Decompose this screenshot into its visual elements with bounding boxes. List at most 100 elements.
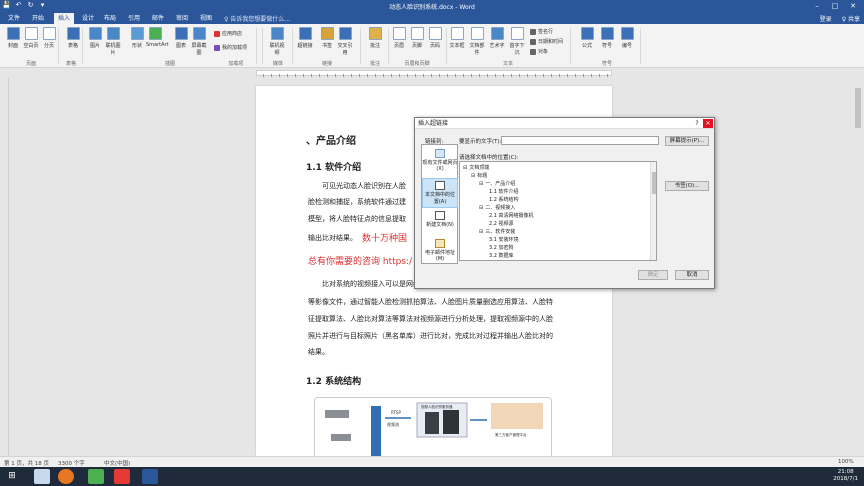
numbering-button[interactable]: 编号 — [618, 27, 636, 49]
symbol-button[interactable]: 符号 — [598, 27, 616, 49]
maximize-button[interactable]: □ — [826, 0, 844, 12]
page-break-button[interactable]: 分页 — [40, 27, 58, 49]
cross-reference-button[interactable]: 交叉引用 — [336, 27, 354, 56]
file-explorer-icon[interactable] — [34, 469, 50, 484]
ruler-tick — [343, 74, 344, 77]
vertical-ruler[interactable] — [0, 78, 9, 456]
cover-page-button[interactable]: 封面 — [4, 27, 22, 49]
tab-review[interactable]: 审阅 — [172, 13, 192, 24]
object-button[interactable]: 对象 — [530, 48, 548, 55]
app-green-icon[interactable] — [88, 469, 104, 484]
nav-this-document[interactable]: 本文档中的位置(A) — [422, 178, 458, 208]
tree-toggle-icon[interactable]: ⊟ — [471, 173, 475, 179]
tab-insert[interactable]: 插入 — [54, 13, 75, 24]
zoom-level[interactable]: 100% — [838, 459, 854, 465]
start-button-icon[interactable]: ⊞ — [4, 469, 20, 484]
my-addins-button[interactable]: 我的加载项 — [214, 44, 247, 51]
paragraph-line: 输出比对结果。 — [308, 234, 357, 242]
tree-node[interactable]: ⊟ 一、产品介绍 — [479, 180, 515, 187]
display-text-input[interactable] — [501, 136, 659, 145]
system-clock[interactable]: 21:08 2018/7/1 — [833, 469, 858, 483]
blank-page-button[interactable]: 空白页 — [22, 27, 40, 49]
screenshot-button[interactable]: 屏幕截图 — [190, 27, 208, 56]
language-indicator[interactable]: 中文(中国) — [104, 459, 130, 467]
word-app-icon[interactable] — [142, 469, 158, 484]
vertical-scrollbar[interactable] — [852, 78, 864, 456]
tree-node[interactable]: ⊟ 标题 — [471, 172, 487, 179]
system-diagram[interactable]: RTSP 视频流 视频人脸识别服务器 第三方客户管理平台 — [314, 397, 552, 456]
tree-toggle-icon[interactable]: ⊟ — [479, 229, 483, 235]
tree-node[interactable]: 1.2 系统结构 — [487, 196, 519, 203]
tree-node-label: 2.2 视频源 — [489, 221, 514, 227]
tree-node[interactable]: 2.1 高清网络摄像机 — [487, 212, 534, 219]
online-video-button[interactable]: 联机视频 — [268, 27, 286, 56]
scrollbar-thumb[interactable] — [855, 88, 861, 128]
tree-scrollbar[interactable] — [650, 162, 656, 260]
header-button[interactable]: 页眉 — [390, 27, 408, 49]
tree-node[interactable]: 2.2 视频源 — [487, 220, 514, 227]
browser-icon[interactable] — [58, 469, 74, 484]
tree-toggle-icon[interactable]: ⊟ — [463, 165, 467, 171]
tab-file[interactable]: 文件 — [4, 13, 24, 24]
nav-new-document[interactable]: 新建文档(N) — [422, 209, 458, 239]
hyperlink-button[interactable]: 超链接 — [296, 27, 314, 49]
sign-in-link[interactable]: 登录 — [820, 14, 832, 23]
server-unit-1 — [425, 412, 439, 434]
tab-design[interactable]: 设计 — [78, 13, 98, 24]
tree-node[interactable]: 3.2 加密狗 — [487, 244, 514, 251]
signature-line-button[interactable]: 签名行 — [530, 28, 553, 35]
date-time-button[interactable]: 日期和时间 — [530, 38, 563, 45]
page-number-button[interactable]: 页码 — [426, 27, 444, 49]
app-red-icon[interactable] — [114, 469, 130, 484]
chart-button[interactable]: 图表 — [172, 27, 190, 49]
tree-scroll-thumb[interactable] — [652, 172, 656, 194]
comment-button[interactable]: 批注 — [366, 27, 384, 49]
chart-icon — [174, 27, 188, 40]
tree-node[interactable]: 1.1 软件介绍 — [487, 188, 519, 195]
tab-view[interactable]: 视图 — [196, 13, 216, 24]
word-count[interactable]: 3300 个字 — [58, 459, 85, 467]
screen-tip-button[interactable]: 屏幕提示(P)... — [665, 136, 709, 146]
tree-toggle-icon[interactable]: ⊟ — [479, 205, 483, 211]
minimize-button[interactable]: – — [808, 0, 826, 12]
horizontal-ruler[interactable] — [0, 68, 864, 78]
tab-mailings[interactable]: 邮件 — [148, 13, 168, 24]
online-pictures-button[interactable]: 联机图片 — [104, 27, 122, 56]
store-button[interactable]: 应用商店 — [214, 30, 242, 37]
tab-home[interactable]: 开始 — [28, 13, 48, 24]
equation-button[interactable]: 公式 — [578, 27, 596, 49]
tree-node[interactable]: ⊟ 二、视频接入 — [479, 204, 515, 211]
tab-layout[interactable]: 布局 — [100, 13, 120, 24]
tree-node[interactable]: 3.1 安装环境 — [487, 236, 519, 243]
nav-existing-file[interactable]: 现有文件或网页(X) — [422, 147, 458, 177]
shapes-button[interactable]: 形状 — [128, 27, 146, 49]
close-button[interactable]: ✕ — [844, 0, 862, 12]
tree-toggle-icon[interactable]: ⊟ — [479, 181, 483, 187]
tree-node[interactable]: 3.2 数据库 — [487, 252, 514, 259]
text-box-button[interactable]: 文本框 — [448, 27, 466, 49]
pictures-button[interactable]: 图片 — [86, 27, 104, 49]
nav-email[interactable]: 电子邮件地址(M) — [422, 237, 458, 267]
ok-button[interactable]: 确定 — [638, 270, 668, 280]
document-place-icon — [435, 181, 445, 190]
ruler-tick — [535, 74, 536, 77]
tell-me-search[interactable]: ♀ 告诉我您想要做什么... — [224, 14, 290, 23]
dialog-help-button[interactable]: ? — [693, 119, 701, 128]
tree-node[interactable]: ⊟ 三、软件安装 — [479, 228, 515, 235]
table-button[interactable]: 表格 — [64, 27, 82, 49]
footer-button[interactable]: 页脚 — [408, 27, 426, 49]
dialog-close-button[interactable]: ✕ — [703, 119, 713, 128]
cancel-button[interactable]: 取消 — [675, 270, 709, 280]
page-count[interactable]: 第 1 页，共 18 页 — [4, 459, 49, 467]
quick-parts-button[interactable]: 文档部件 — [468, 27, 486, 56]
bookmark-button[interactable]: 书签(O)... — [665, 181, 709, 191]
bookmark-button[interactable]: 书签 — [318, 27, 336, 49]
tab-references[interactable]: 引用 — [124, 13, 144, 24]
ruler-tick — [311, 74, 312, 77]
smartart-button[interactable]: SmartArt — [146, 27, 169, 48]
tree-node[interactable]: ⊟ 文档顶端 — [463, 164, 489, 171]
share-button[interactable]: ♀ 共享 — [842, 14, 860, 23]
drop-cap-button[interactable]: 首字下沉 — [508, 27, 526, 56]
wordart-button[interactable]: 艺术字 — [488, 27, 506, 49]
document-place-tree[interactable]: ⊟ 文档顶端 ⊟ 标题 ⊟ 一、产品介绍 1.1 软件介绍 1.2 系统结构 ⊟ 二、视频接入 2.… — [459, 161, 657, 261]
